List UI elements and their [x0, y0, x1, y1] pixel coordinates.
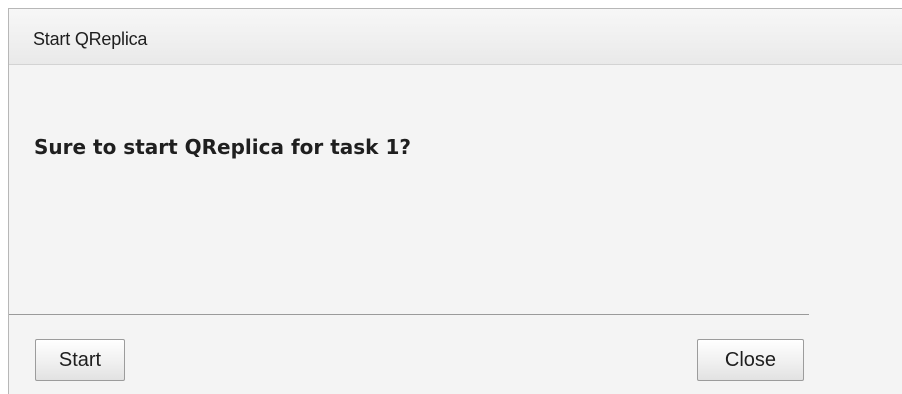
dialog-footer: Start Close [9, 315, 902, 394]
dialog-body: Sure to start QReplica for task 1? [9, 65, 902, 315]
start-qreplica-dialog: Start QReplica Sure to start QReplica fo… [8, 8, 902, 394]
close-button[interactable]: Close [697, 339, 804, 381]
start-button[interactable]: Start [35, 339, 125, 381]
confirmation-message: Sure to start QReplica for task 1? [34, 135, 411, 159]
dialog-title: Start QReplica [33, 29, 148, 49]
dialog-titlebar[interactable]: Start QReplica [9, 9, 902, 65]
